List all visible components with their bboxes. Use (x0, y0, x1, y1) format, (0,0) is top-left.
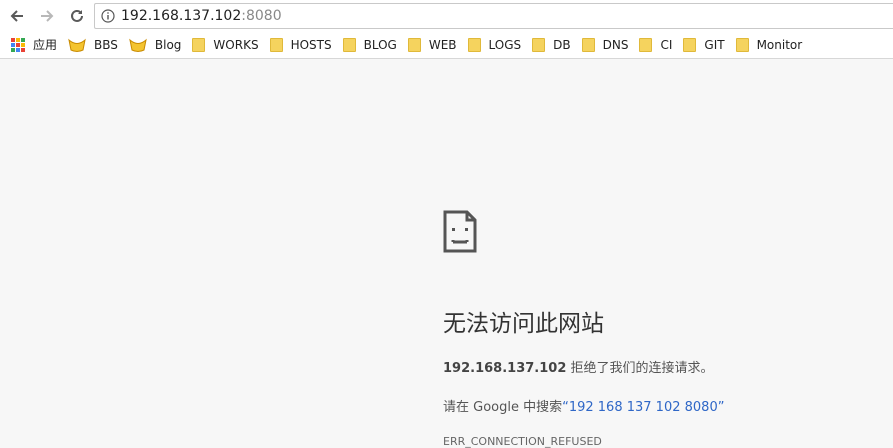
error-message: 192.168.137.102 拒绝了我们的连接请求。 (443, 357, 883, 376)
bookmark-folder-logs[interactable]: LOGS (467, 37, 522, 52)
arrow-left-icon (10, 9, 23, 22)
apps-grid-icon (11, 37, 25, 52)
bookmark-label: WORKS (213, 37, 259, 52)
bookmark-label: LOGS (488, 37, 522, 52)
address-bar[interactable]: 192.168.137.102:8080 (94, 3, 893, 29)
reload-icon (71, 9, 83, 22)
google-search-link[interactable]: “192 168 137 102 8080” (562, 400, 724, 415)
folder-icon (407, 37, 421, 52)
bookmark-bbs[interactable]: BBS (68, 37, 118, 53)
folder-icon (269, 37, 283, 52)
error-title: 无法访问此网站 (443, 311, 604, 337)
bookmark-folder-monitor[interactable]: Monitor (735, 37, 803, 52)
folder-icon (639, 37, 653, 52)
bookmark-folder-git[interactable]: GIT (683, 37, 725, 52)
arrow-right-icon (41, 9, 54, 22)
bookmark-label: CI (660, 37, 673, 52)
folder-icon (735, 37, 749, 52)
search-prefix: 请在 Google 中搜索 (443, 400, 563, 415)
bookmark-folder-works[interactable]: WORKS (192, 37, 259, 52)
blog-icon (129, 38, 147, 52)
folder-icon (342, 37, 356, 52)
folder-icon (467, 37, 481, 52)
folder-icon (192, 37, 206, 52)
error-page: 无法访问此网站 192.168.137.102 拒绝了我们的连接请求。 请在 G… (443, 210, 883, 448)
bookmark-label: WEB (428, 37, 457, 52)
bookmarks-bar: 应用 BBS Blog WORKS HOSTS BLOG WEB LOGS DB (0, 31, 893, 59)
bookmark-label: BBS (94, 37, 118, 52)
sad-page-icon (443, 210, 477, 253)
bbs-icon (68, 38, 86, 52)
bookmark-folder-db[interactable]: DB (532, 37, 571, 52)
reload-button[interactable] (64, 3, 90, 29)
bookmark-label: DNS (602, 37, 629, 52)
url-port: :8080 (241, 8, 282, 24)
bookmark-label: BLOG (363, 37, 397, 52)
url-host: 192.168.137.102 (121, 8, 242, 24)
folder-icon (683, 37, 697, 52)
error-code: ERR_CONNECTION_REFUSED (443, 435, 602, 448)
back-button[interactable] (4, 3, 30, 29)
bookmark-folder-web[interactable]: WEB (407, 37, 457, 52)
bookmark-apps[interactable]: 应用 (11, 36, 57, 53)
search-suggestion: 请在 Google 中搜索“192 168 137 102 8080” (443, 396, 883, 415)
bookmark-folder-blog[interactable]: BLOG (342, 37, 397, 52)
error-host: 192.168.137.102 (443, 361, 567, 376)
bookmark-label: 应用 (33, 38, 58, 52)
folder-icon (532, 37, 546, 52)
bookmark-folder-ci[interactable]: CI (639, 37, 673, 52)
bookmark-label: DB (553, 37, 571, 52)
bookmark-folder-hosts[interactable]: HOSTS (269, 37, 332, 52)
bookmark-label: HOSTS (290, 37, 332, 52)
error-refused-text: 拒绝了我们的连接请求。 (566, 361, 714, 376)
info-icon[interactable] (101, 9, 115, 23)
bookmark-blog-site[interactable]: Blog (129, 37, 182, 53)
bookmark-folder-dns[interactable]: DNS (581, 37, 629, 52)
forward-button[interactable] (34, 3, 60, 29)
bookmark-label: GIT (704, 37, 725, 52)
bookmark-label: Blog (154, 37, 182, 52)
folder-icon (581, 37, 595, 52)
bookmark-label: Monitor (756, 37, 803, 52)
browser-toolbar: 192.168.137.102:8080 (0, 0, 893, 31)
